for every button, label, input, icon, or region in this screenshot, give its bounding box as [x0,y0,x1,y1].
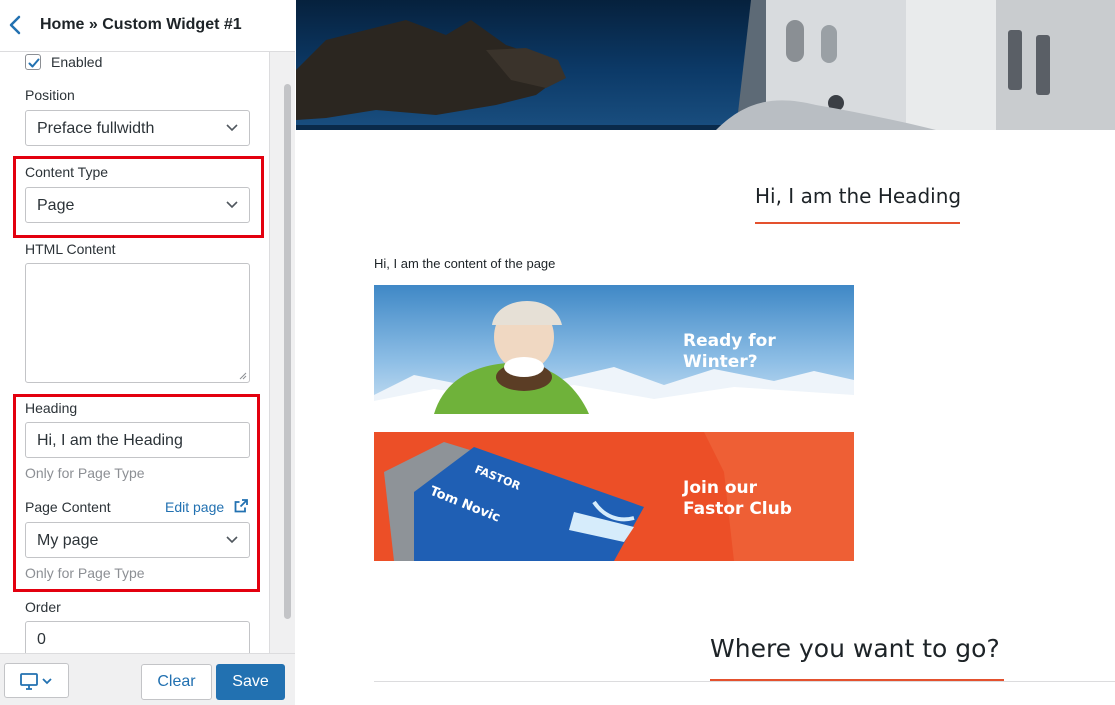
hero-image [296,0,1115,130]
chevron-down-icon [226,124,238,132]
santorini-illustration [296,0,1115,130]
winter-banner-line1: Ready for [683,331,776,351]
section-title-underline [710,679,1004,681]
order-input[interactable]: 0 [25,621,250,653]
winter-banner-line2: Winter? [683,352,758,372]
page-fields-highlight [13,394,260,592]
winter-banner[interactable]: Ready for Winter? [374,285,854,414]
fastor-banner-line2: Fastor Club [683,499,792,519]
enabled-checkbox[interactable] [25,54,41,70]
position-select[interactable]: Preface fullwidth [25,110,250,146]
back-button[interactable] [4,9,28,41]
panel-body: Enabled Position Preface fullwidth Conte… [0,52,295,653]
winter-illustration [374,300,854,414]
breadcrumb: Home » Custom Widget #1 [40,16,242,33]
chevron-left-icon [9,15,21,35]
html-content-textarea[interactable] [25,263,250,383]
preview-content-text: Hi, I am the content of the page [374,256,556,271]
position-label: Position [25,87,75,103]
clear-button[interactable]: Clear [141,664,212,700]
site-preview: Hi, I am the Heading Hi, I am the conten… [296,0,1115,705]
panel-scrollbar-thumb[interactable] [284,84,291,619]
fastor-banner-line1: Join our [683,478,758,498]
preview-heading-underline [755,222,960,224]
enabled-label: Enabled [51,54,103,70]
section-title: Where you want to go? [710,634,1000,663]
device-preview-button[interactable] [4,663,69,698]
order-label: Order [25,599,61,615]
html-content-label: HTML Content [25,241,116,257]
desktop-icon [20,673,52,690]
panel-footer: Clear Save [0,653,295,705]
order-input-value: 0 [37,631,46,648]
position-value: Preface fullwidth [37,120,155,137]
content-type-highlight [13,156,264,238]
panel-header: Home » Custom Widget #1 [0,0,295,52]
fastor-club-banner[interactable]: FASTOR Tom Novic Join our Fastor Club [374,432,854,561]
preview-heading: Hi, I am the Heading [755,184,962,208]
resize-grip-icon[interactable] [239,372,247,380]
save-button[interactable]: Save [216,664,285,700]
section-divider [374,681,1115,682]
checkmark-icon [28,58,40,68]
widget-form: Enabled Position Preface fullwidth Conte… [0,52,270,653]
customizer-panel: Home » Custom Widget #1 Enabled Position… [0,0,295,705]
